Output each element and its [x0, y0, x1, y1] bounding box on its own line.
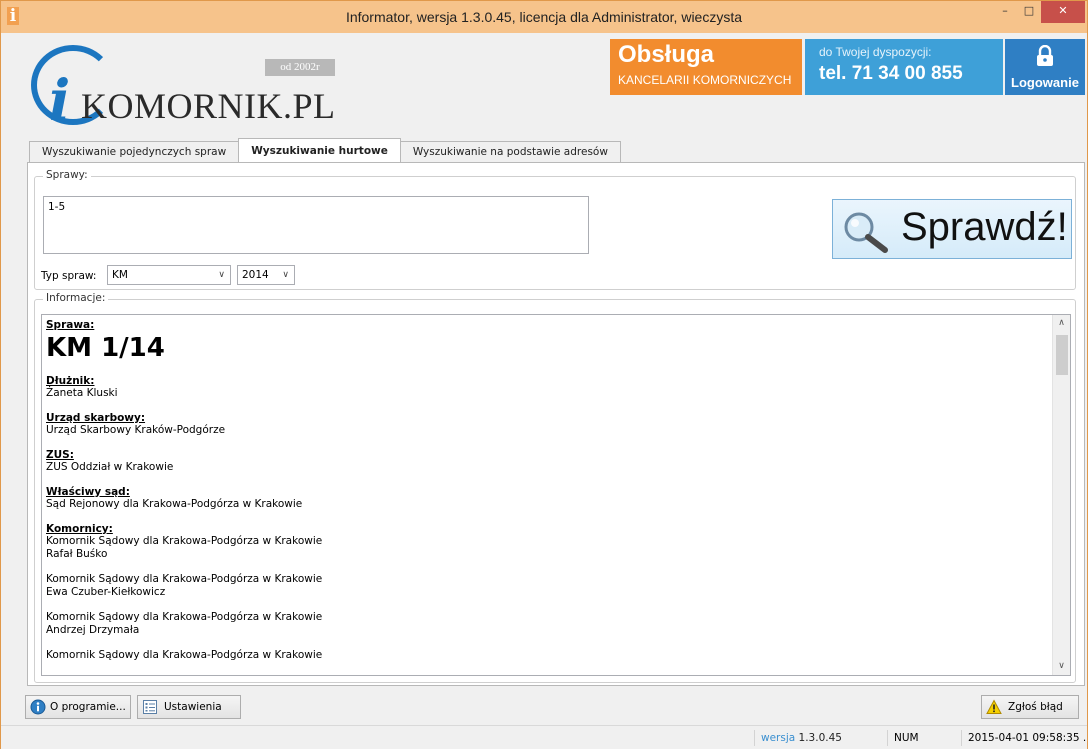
- bailiff-office: Komornik Sądowy dla Krakowa-Podgórza w K…: [46, 649, 323, 661]
- cases-group-label: Sprawy:: [43, 169, 91, 181]
- tab-bulk-search[interactable]: Wyszukiwanie hurtowe: [238, 138, 401, 162]
- title-bar: i Informator, wersja 1.3.0.45, licencja …: [1, 1, 1087, 33]
- magnifier-icon: [844, 212, 888, 253]
- logo-since-badge: od 2002r: [265, 59, 335, 76]
- login-label: Logowanie: [1011, 75, 1079, 90]
- close-button[interactable]: ✕: [1041, 1, 1085, 23]
- cases-input[interactable]: 1-5: [43, 196, 589, 254]
- debtor-label: Dłużnik:: [46, 375, 95, 387]
- tax-office-label: Urząd skarbowy:: [46, 412, 146, 424]
- bailiff-entry: Komornik Sądowy dla Krakowa-Podgórza w K…: [46, 573, 1048, 599]
- info-panel[interactable]: Sprawa: KM 1/14 Dłużnik: Żaneta Kluski U…: [41, 314, 1071, 676]
- warning-icon: [986, 699, 1002, 714]
- login-button[interactable]: Logowanie: [1005, 39, 1085, 95]
- case-type-select[interactable]: KM ∨: [107, 265, 231, 285]
- report-bug-label: Zgłoś błąd: [1008, 701, 1063, 713]
- zus-label: ZUS:: [46, 449, 74, 461]
- scroll-up-icon[interactable]: ∧: [1053, 315, 1070, 332]
- about-button[interactable]: O programie...: [25, 695, 131, 719]
- settings-label: Ustawienia: [164, 701, 222, 713]
- phone-label: do Twojej dyspozycji:: [819, 45, 932, 59]
- check-button-label: Sprawdź!: [901, 205, 1068, 249]
- about-label: O programie...: [50, 701, 126, 713]
- bottom-toolbar: O programie... Ustawienia Zgłoś błąd: [9, 695, 1085, 723]
- status-bar: wersja 1.3.0.45 NUM 2015-04-01 09:58:35 …: [1, 725, 1087, 749]
- court-value: Sąd Rejonowy dla Krakowa-Podgórza w Krak…: [46, 498, 303, 510]
- service-title: Obsługa: [618, 41, 715, 68]
- bailiff-name: Andrzej Drzymała: [46, 624, 140, 636]
- bailiff-office: Komornik Sądowy dla Krakowa-Podgórza w K…: [46, 573, 323, 585]
- logo-text: KOMORNIK.PL: [81, 86, 336, 126]
- debtor-value: Żaneta Kluski: [46, 387, 118, 399]
- bailiff-entry: Komornik Sądowy dla Krakowa-Podgórza w K…: [46, 649, 1048, 662]
- case-label: Sprawa:: [46, 319, 95, 331]
- window-title: Informator, wersja 1.3.0.45, licencja dl…: [345, 9, 743, 25]
- year-value: 2014: [242, 269, 269, 281]
- check-button[interactable]: Sprawdź!: [832, 199, 1072, 259]
- scroll-thumb[interactable]: [1056, 335, 1068, 375]
- bailiffs-label: Komornicy:: [46, 523, 113, 535]
- header-banner: i KOMORNIK.PL od 2002r Obsługa KANCELARI…: [9, 33, 1085, 129]
- maximize-button[interactable]: □: [1015, 1, 1043, 23]
- tab-content: Sprawy: 1-5 Typ spraw: KM ∨ 2014 ∨ Spraw…: [27, 162, 1085, 686]
- settings-button[interactable]: Ustawienia: [137, 695, 241, 719]
- version-value: 1.3.0.45: [798, 732, 842, 744]
- info-content: Sprawa: KM 1/14 Dłużnik: Żaneta Kluski U…: [42, 315, 1052, 675]
- phone-banner[interactable]: do Twojej dyspozycji: tel. 71 34 00 855: [805, 39, 1003, 95]
- settings-list-icon: [143, 700, 157, 714]
- service-subtitle: KANCELARII KOMORNICZYCH: [618, 73, 792, 87]
- main-panel: Wyszukiwanie pojedynczych spraw Wyszukiw…: [9, 129, 1085, 689]
- bailiff-name: Rafał Buśko: [46, 548, 108, 560]
- info-icon: [30, 699, 46, 715]
- bailiff-name: Ewa Czuber-Kiełkowicz: [46, 586, 166, 598]
- case-number: KM 1/14: [46, 333, 165, 363]
- report-bug-button[interactable]: Zgłoś błąd: [981, 695, 1079, 719]
- lock-icon: [1037, 45, 1053, 66]
- status-version: wersja 1.3.0.45: [754, 730, 844, 746]
- zus-value: ZUS Oddział w Krakowie: [46, 461, 174, 473]
- logo-letter: i: [49, 68, 71, 134]
- tax-office-value: Urząd Skarbowy Kraków-Podgórze: [46, 424, 226, 436]
- chevron-down-icon: ∨: [282, 270, 289, 280]
- service-banner[interactable]: Obsługa KANCELARII KOMORNICZYCH: [610, 39, 802, 95]
- status-num: NUM: [887, 730, 947, 746]
- case-type-value: KM: [112, 269, 128, 281]
- info-group-label: Informacje:: [43, 292, 109, 304]
- case-type-label: Typ spraw:: [41, 270, 97, 282]
- app-window: i Informator, wersja 1.3.0.45, licencja …: [0, 0, 1088, 749]
- tab-strip: Wyszukiwanie pojedynczych spraw Wyszukiw…: [29, 138, 621, 163]
- bailiff-entry: Komornik Sądowy dla Krakowa-Podgórza w K…: [46, 611, 1048, 637]
- status-datetime: 2015-04-01 09:58:35 .: [961, 730, 1087, 746]
- vertical-scrollbar[interactable]: ∧ ∨: [1052, 315, 1070, 675]
- bailiff-office: Komornik Sądowy dla Krakowa-Podgórza w K…: [46, 535, 323, 547]
- tab-address-search[interactable]: Wyszukiwanie na podstawie adresów: [399, 141, 621, 162]
- scroll-down-icon[interactable]: ∨: [1053, 658, 1070, 675]
- chevron-down-icon: ∨: [218, 270, 225, 280]
- cases-group: Sprawy: 1-5 Typ spraw: KM ∨ 2014 ∨ Spraw…: [34, 169, 1076, 290]
- version-label: wersja: [761, 732, 796, 744]
- tab-single-search[interactable]: Wyszukiwanie pojedynczych spraw: [29, 141, 240, 162]
- phone-number: tel. 71 34 00 855: [819, 63, 963, 84]
- year-select[interactable]: 2014 ∨: [237, 265, 295, 285]
- bailiff-entry: Komornik Sądowy dla Krakowa-Podgórza w K…: [46, 535, 1048, 561]
- info-group: Informacje: Sprawa: KM 1/14 Dłużnik: Żan…: [34, 292, 1076, 683]
- court-label: Właściwy sąd:: [46, 486, 130, 498]
- bailiff-office: Komornik Sądowy dla Krakowa-Podgórza w K…: [46, 611, 323, 623]
